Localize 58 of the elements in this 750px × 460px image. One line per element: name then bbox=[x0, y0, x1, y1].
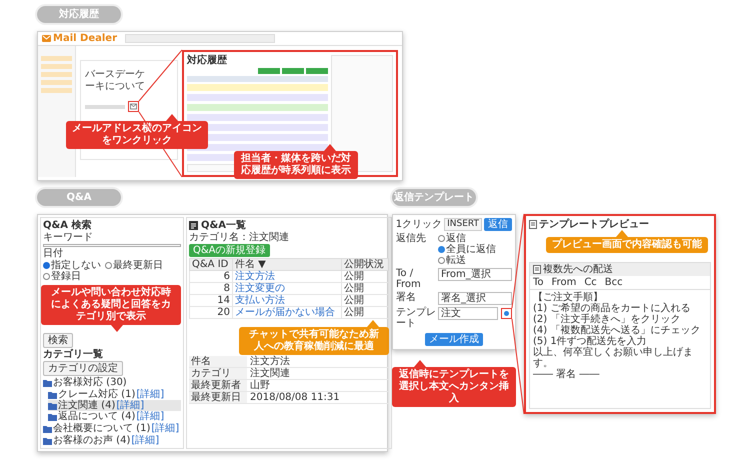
header-label: Bcc bbox=[604, 277, 623, 288]
field-value: 注文方法 bbox=[249, 356, 290, 367]
category-name: お客様のお声 (4) bbox=[53, 435, 130, 446]
table-cell: 20 bbox=[190, 306, 232, 318]
field-label: キーワード bbox=[43, 232, 94, 243]
section-label: 返信テンプレート bbox=[392, 189, 476, 206]
app-logo: Mail Dealer bbox=[53, 33, 118, 44]
body-line: (5) 1件ずつ配送先を入力 bbox=[533, 336, 647, 347]
hint-text: 1クリック bbox=[396, 219, 442, 230]
field-label: 返信先 bbox=[396, 233, 427, 244]
category-name: クレーム対応 (1) bbox=[58, 389, 136, 400]
panel-title: Q&A 検索 bbox=[43, 220, 92, 231]
field-label: 最終更新者 bbox=[189, 380, 247, 391]
table-cell: 公開 bbox=[342, 306, 388, 318]
category-name: お客様対応 (30) bbox=[53, 377, 127, 388]
callout-tooltip: 担当者・媒体を跨いだ対応履歴が時系列順に表示 bbox=[234, 144, 358, 179]
category-name: 注文関連 (4) bbox=[58, 400, 116, 411]
body-line: (2) 「注文手続きへ」をクリック bbox=[533, 314, 682, 325]
section-label: 対応履歴 bbox=[37, 6, 121, 23]
callout-tooltip: メールや問い合わせ対応時によくある疑問と回答をカテゴリ別で表示 bbox=[41, 285, 181, 332]
table-cell: 8 bbox=[190, 282, 232, 294]
panel-title: カテゴリ一覧 bbox=[43, 349, 104, 360]
header-label: Cc bbox=[584, 277, 597, 288]
field-value: 山野 bbox=[249, 380, 270, 391]
table-cell: 公開 bbox=[342, 282, 388, 294]
field-label: カテゴリ bbox=[189, 368, 247, 379]
body-line: ―― 署名 ―― bbox=[533, 369, 600, 380]
panel-title: 対応履歴 bbox=[187, 55, 228, 66]
field-label: 署名 bbox=[396, 292, 417, 303]
field-label: To / From bbox=[396, 268, 422, 290]
mail-subject: バースデーケーキについて bbox=[85, 69, 146, 93]
category-name: 会社概要について (1) bbox=[53, 423, 150, 434]
header-label: From bbox=[552, 277, 576, 288]
header-label: To bbox=[533, 277, 544, 288]
body-line: (1) ご希望の商品をカートに入れる bbox=[533, 303, 692, 314]
category-name: カテゴリ名：注文関連 bbox=[189, 232, 290, 243]
field-label: 最終更新日 bbox=[189, 392, 247, 403]
field-label: テンプレート bbox=[396, 307, 436, 329]
table-cell: 6 bbox=[190, 270, 232, 282]
panel-title: テンプレートプレビュー bbox=[539, 219, 649, 230]
panel-title: Q&A一覧 bbox=[201, 220, 246, 231]
insert-label: INSERT bbox=[444, 218, 482, 231]
field-value: 2018/08/08 11:31 bbox=[249, 392, 340, 403]
callout-tooltip: プレビュー画面で内容確認も可能 bbox=[546, 230, 708, 253]
field-value: 注文関連 bbox=[249, 368, 290, 379]
callout-tooltip: チャットで共有可能なため新人への教育稼働削減に最適 bbox=[239, 320, 389, 355]
table-cell: 公開 bbox=[342, 270, 388, 282]
field-label: 件名 bbox=[189, 356, 247, 367]
template-name: 複数先への配送 bbox=[543, 264, 613, 275]
field-label: 日付 bbox=[43, 248, 64, 259]
table-cell: 14 bbox=[190, 294, 232, 306]
callout-tooltip: 返信時にテンプレートを選択し本文へカンタン挿入 bbox=[392, 360, 516, 407]
body-line: 以上、何卒宜しくお願い申し上げます。 bbox=[533, 347, 694, 369]
body-line: 【ご注文手順】 bbox=[533, 292, 604, 303]
table-cell: 公開 bbox=[342, 294, 388, 306]
body-line: (4) 「複数配送先へ送る」にチェック bbox=[533, 325, 702, 336]
section-label: Q&A bbox=[37, 189, 121, 206]
category-name: 返品について (4) bbox=[58, 411, 136, 422]
